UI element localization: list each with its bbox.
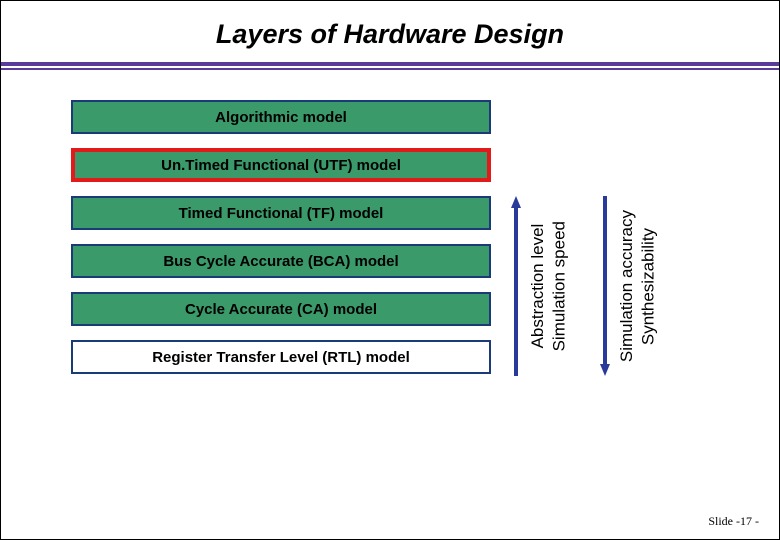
layer-bca: Bus Cycle Accurate (BCA) model [71, 244, 491, 278]
layer-stack: Algorithmic model Un.Timed Functional (U… [71, 100, 491, 374]
simulation-speed-label: Simulation speed [549, 221, 568, 351]
abstraction-level-label: Abstraction level [528, 224, 547, 349]
layer-ca: Cycle Accurate (CA) model [71, 292, 491, 326]
layer-algorithmic: Algorithmic model [71, 100, 491, 134]
content-area: Algorithmic model Un.Timed Functional (U… [1, 100, 779, 390]
divider-thin [1, 68, 779, 70]
layer-utf: Un.Timed Functional (UTF) model [71, 148, 491, 182]
arrow-down-label: Simulation accuracy Synthesizability [616, 210, 659, 362]
arrow-up-label: Abstraction level Simulation speed [527, 221, 570, 351]
arrow-up-icon [511, 196, 521, 376]
divider-thick [1, 62, 779, 66]
synthesizability-label: Synthesizability [638, 227, 657, 344]
layer-rtl: Register Transfer Level (RTL) model [71, 340, 491, 374]
arrow-group-up: Abstraction level Simulation speed [511, 182, 570, 390]
slide-title: Layers of Hardware Design [1, 1, 779, 62]
layer-tf: Timed Functional (TF) model [71, 196, 491, 230]
slide-footer: Slide -17 - [708, 514, 759, 529]
simulation-accuracy-label: Simulation accuracy [617, 210, 636, 362]
arrows-area: Abstraction level Simulation speed Simul… [511, 100, 658, 390]
arrow-group-down: Simulation accuracy Synthesizability [600, 182, 659, 390]
arrow-down-icon [600, 196, 610, 376]
